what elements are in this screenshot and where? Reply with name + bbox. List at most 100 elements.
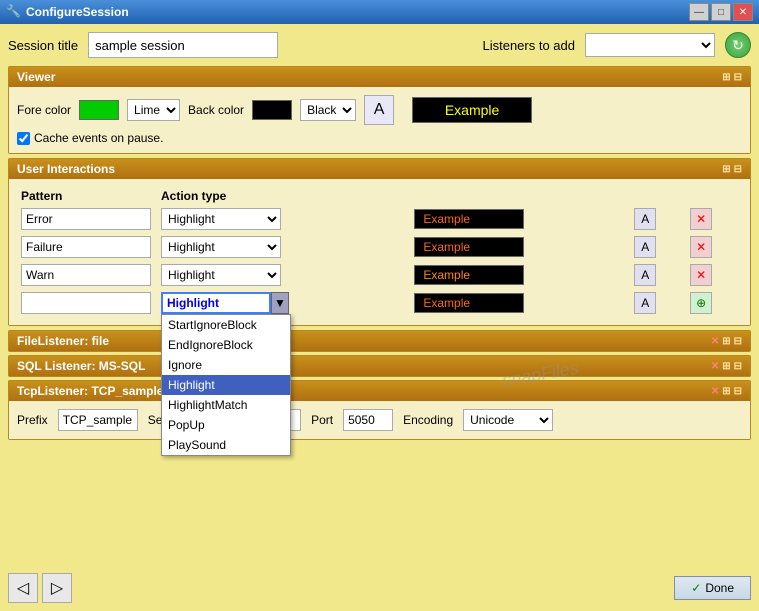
add-btn-new[interactable]: ⊕ xyxy=(690,292,712,314)
file-listener-title: FileListener: file xyxy=(17,334,109,348)
dropdown-item-highlightmatch[interactable]: HighlightMatch xyxy=(162,395,290,415)
dropdown-item-endignoreblock[interactable]: EndIgnoreBlock xyxy=(162,335,290,355)
viewer-title: Viewer xyxy=(17,70,55,84)
tcp-listener-title: TcpListener: TCP_sample xyxy=(17,384,163,398)
sql-listener-icon-1[interactable]: ⊞ xyxy=(722,361,730,372)
back-color-box[interactable] xyxy=(252,100,292,120)
sql-listener-section: SQL Listener: MS-SQL ✕ ⊞ ⊟ xyxy=(8,355,751,377)
viewer-icon-1[interactable]: ⊞ xyxy=(722,72,730,83)
encoding-dropdown[interactable]: Unicode xyxy=(463,409,553,431)
delete-btn-warn[interactable]: ✕ xyxy=(690,264,712,286)
example-failure: Example xyxy=(414,237,524,257)
cache-checkbox[interactable] xyxy=(17,132,30,145)
fore-color-label: Fore color xyxy=(17,103,71,117)
bottom-left-buttons: ◁ ▷ xyxy=(8,573,72,603)
example-new: Example xyxy=(414,293,524,313)
viewer-header: Viewer ⊞ ⊟ xyxy=(9,67,750,87)
fore-color-dropdown[interactable]: Lime xyxy=(127,99,180,121)
pattern-input-warn[interactable] xyxy=(21,264,151,286)
fore-color-box[interactable] xyxy=(79,100,119,120)
session-title-input[interactable] xyxy=(88,32,278,58)
file-listener-icon-1[interactable]: ⊞ xyxy=(722,336,730,347)
done-button[interactable]: ✓ Done xyxy=(674,576,751,600)
title-bar: 🔧 ConfigureSession — □ ✕ xyxy=(0,0,759,24)
viewer-body: Fore color Lime Back color Black A Examp… xyxy=(9,87,750,153)
dropdown-item-ignore[interactable]: Ignore xyxy=(162,355,290,375)
refresh-button[interactable]: ↻ xyxy=(725,32,751,58)
edit-btn-warn[interactable]: A xyxy=(634,264,656,286)
dropdown-item-startignoreblock[interactable]: StartIgnoreBlock xyxy=(162,315,290,335)
listeners-to-add-label: Listeners to add xyxy=(482,38,575,53)
minimize-button[interactable]: — xyxy=(689,3,709,21)
user-interactions-section: User Interactions ⊞ ⊟ Pattern Action typ… xyxy=(8,158,751,326)
viewer-icon-2[interactable]: ⊟ xyxy=(734,72,742,83)
tcp-listener-header: TcpListener: TCP_sample ✕ ⊞ ⊟ xyxy=(9,381,750,401)
back-color-dropdown[interactable]: Black xyxy=(300,99,356,121)
done-checkmark-icon: ✓ xyxy=(691,581,701,595)
table-row: Highlight Example A ✕ xyxy=(17,205,742,233)
tcp-listener-delete-icon[interactable]: ✕ xyxy=(711,386,719,397)
bottom-btn-1[interactable]: ◁ xyxy=(8,573,38,603)
window-content: Session title Listeners to add ↻ Viewer … xyxy=(0,24,759,611)
table-row-new: Highlight ▼ StartIgnoreBlock EndIgnoreBl… xyxy=(17,289,742,317)
listeners-dropdown[interactable] xyxy=(585,33,715,57)
cache-row: Cache events on pause. xyxy=(17,131,742,145)
ui-icon-2[interactable]: ⊟ xyxy=(734,164,742,175)
session-title-label: Session title xyxy=(8,38,78,53)
sql-listener-icon-2[interactable]: ⊟ xyxy=(734,361,742,372)
col-pattern: Pattern xyxy=(17,187,157,205)
dropdown-item-popup[interactable]: PopUp xyxy=(162,415,290,435)
edit-btn-new[interactable]: A xyxy=(634,292,656,314)
action-dropdown-container-new: Highlight ▼ StartIgnoreBlock EndIgnoreBl… xyxy=(161,292,289,314)
app-icon: 🔧 xyxy=(6,4,22,20)
action-dropdown-failure[interactable]: Highlight xyxy=(161,236,281,258)
dropdown-item-highlight[interactable]: Highlight xyxy=(162,375,290,395)
sql-listener-header: SQL Listener: MS-SQL ✕ ⊞ ⊟ xyxy=(9,356,750,376)
encoding-label: Encoding xyxy=(403,413,453,427)
viewer-example: Example xyxy=(412,97,532,123)
edit-btn-failure[interactable]: A xyxy=(634,236,656,258)
bottom-bar: ◁ ▷ ✓ Done xyxy=(8,573,751,603)
pattern-input-error[interactable] xyxy=(21,208,151,230)
action-dropdown-warn[interactable]: Highlight xyxy=(161,264,281,286)
highlight-select-display[interactable]: Highlight xyxy=(161,292,271,314)
tcp-listener-icon-1[interactable]: ⊞ xyxy=(722,386,730,397)
sql-listener-title: SQL Listener: MS-SQL xyxy=(17,359,145,373)
pattern-input-new[interactable] xyxy=(21,292,151,314)
bottom-btn-2[interactable]: ▷ xyxy=(42,573,72,603)
window-controls: — □ ✕ xyxy=(689,3,753,21)
dropdown-arrow[interactable]: ▼ xyxy=(271,292,289,314)
pattern-input-failure[interactable] xyxy=(21,236,151,258)
ui-title: User Interactions xyxy=(17,162,115,176)
port-label: Port xyxy=(311,413,333,427)
tcp-listener-body: Prefix Sender IP Port Encoding Unicode xyxy=(9,401,750,439)
viewer-section: Viewer ⊞ ⊟ Fore color Lime Back color Bl… xyxy=(8,66,751,154)
file-listener-icon-2[interactable]: ⊟ xyxy=(734,336,742,347)
tcp-listener-section: TcpListener: TCP_sample ✕ ⊞ ⊟ Prefix Sen… xyxy=(8,380,751,440)
cache-label: Cache events on pause. xyxy=(34,131,163,145)
dropdown-item-playsound[interactable]: PlaySound xyxy=(162,435,290,455)
ui-body: Pattern Action type Highlight xyxy=(9,179,750,325)
prefix-input[interactable] xyxy=(58,409,138,431)
ui-icon-1[interactable]: ⊞ xyxy=(722,164,730,175)
file-listener-section: FileListener: file ✕ ⊞ ⊟ xyxy=(8,330,751,352)
ui-table: Pattern Action type Highlight xyxy=(17,187,742,317)
viewer-color-row: Fore color Lime Back color Black A Examp… xyxy=(17,95,742,125)
file-listener-header: FileListener: file ✕ ⊞ ⊟ xyxy=(9,331,750,351)
delete-btn-error[interactable]: ✕ xyxy=(690,208,712,230)
edit-btn-error[interactable]: A xyxy=(634,208,656,230)
sql-listener-delete-icon[interactable]: ✕ xyxy=(711,361,719,372)
viewer-font-button[interactable]: A xyxy=(364,95,394,125)
delete-btn-failure[interactable]: ✕ xyxy=(690,236,712,258)
title-bar-text: ConfigureSession xyxy=(26,5,689,19)
maximize-button[interactable]: □ xyxy=(711,3,731,21)
ui-header: User Interactions ⊞ ⊟ xyxy=(9,159,750,179)
action-dropdown-list: StartIgnoreBlock EndIgnoreBlock Ignore H… xyxy=(161,314,291,456)
table-row: Highlight Example A ✕ xyxy=(17,261,742,289)
port-input[interactable] xyxy=(343,409,393,431)
top-bar: Session title Listeners to add ↻ xyxy=(8,32,751,58)
file-listener-delete-icon[interactable]: ✕ xyxy=(711,336,719,347)
close-button[interactable]: ✕ xyxy=(733,3,753,21)
tcp-listener-icon-2[interactable]: ⊟ xyxy=(734,386,742,397)
action-dropdown-error[interactable]: Highlight xyxy=(161,208,281,230)
